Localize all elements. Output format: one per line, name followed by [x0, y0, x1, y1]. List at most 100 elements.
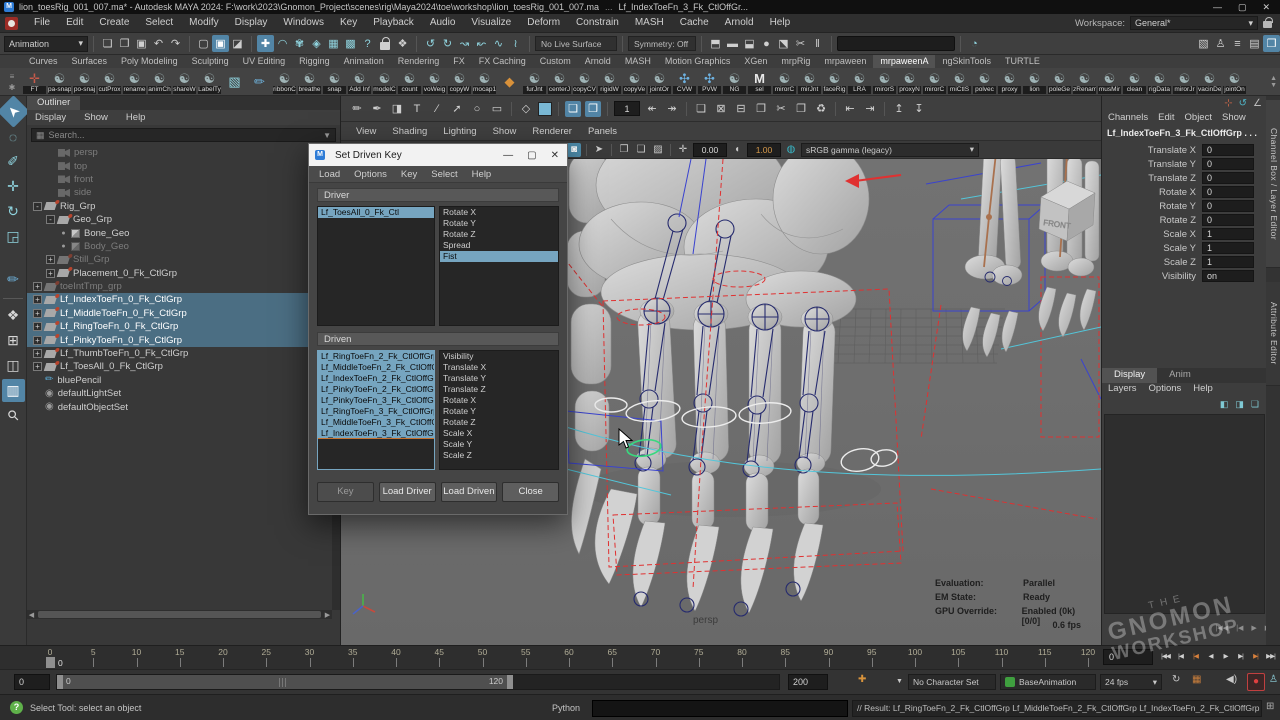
shelf-button-clean[interactable]: ☯clean [1122, 69, 1147, 95]
viewport-menu-show[interactable]: Show [486, 126, 524, 137]
outliner-item-lf-indextoefn-0-fk-ctlgrp[interactable]: +Lf_IndexToeFn_0_Fk_CtlGrp [27, 293, 332, 306]
vp-xray-icon[interactable]: ❐ [617, 143, 631, 157]
search-input[interactable] [837, 36, 955, 51]
shelf-button-count[interactable]: ☯count [397, 69, 422, 95]
viewport-menu-panels[interactable]: Panels [581, 126, 624, 137]
layout-two-pane-icon[interactable]: ◫ [2, 354, 25, 377]
pause-icon[interactable]: ‖ [809, 35, 826, 52]
clip-icon[interactable]: ✂ [792, 35, 809, 52]
redo-icon[interactable]: ↷ [167, 35, 184, 52]
color-management-icon[interactable]: ◍ [784, 143, 798, 157]
shelf-button-copyve[interactable]: ☯copyVe [622, 69, 647, 95]
bp-ghost-next-icon[interactable]: ❐ [585, 101, 601, 117]
channel-box-menu-edit[interactable]: Edit [1158, 112, 1174, 123]
attribute-value-field[interactable]: 0 [1202, 172, 1254, 184]
shelf-button-mirorc[interactable]: ☯mirorC [772, 69, 797, 95]
outliner-item-lf-pinkytoefn-0-fk-ctlgrp[interactable]: +Lf_PinkyToeFn_0_Fk_CtlGrp [27, 333, 332, 346]
shelf-tab-custom[interactable]: Custom [533, 55, 578, 68]
workspace-layers-icon[interactable]: ❒ [1263, 35, 1280, 52]
sdk-menu-load[interactable]: Load [313, 169, 346, 180]
current-time-marker[interactable] [46, 657, 55, 668]
bp-add-frame-icon[interactable]: ❏ [693, 101, 709, 117]
shelf-tab-fx-caching[interactable]: FX Caching [472, 55, 533, 68]
shelf-tab-arnold[interactable]: Arnold [578, 55, 618, 68]
shelf-button-musmir[interactable]: ☯musMir [1097, 69, 1122, 95]
driven-object-lf-ringtoefn-3-fk-ctloffgrp[interactable]: Lf_RingToeFn_3_Fk_CtlOffGrp [318, 406, 434, 417]
shelf-button-zrenam[interactable]: ☯zRenam [1072, 69, 1097, 95]
shelf-button-polvec[interactable]: ☯polvec [972, 69, 997, 95]
driven-object-lf-indextoefn-2-fk-ctloffgrp[interactable]: Lf_IndexToeFn_2_Fk_CtlOffGrp [318, 373, 434, 384]
driver-attribute-list[interactable]: Rotate XRotate YRotate ZSpreadFist [439, 206, 559, 326]
shelf-tab-curves[interactable]: Curves [22, 55, 65, 68]
outliner-item-placement-0-fk-ctlgrp[interactable]: +Placement_0_Fk_CtlGrp [27, 267, 332, 280]
scale-tool-icon[interactable]: ◲ [2, 225, 25, 248]
bp-first-frame-icon[interactable]: ⇤ [842, 101, 858, 117]
driven-attr-rotate-y[interactable]: Rotate Y [440, 406, 558, 417]
attribute-value-field[interactable]: 0 [1202, 186, 1254, 198]
menu-item-visualize[interactable]: Visualize [463, 14, 519, 32]
shelf-tab-mash[interactable]: MASH [618, 55, 658, 68]
outliner-horizontal-scrollbar[interactable]: ◀ ▶ [27, 610, 332, 619]
driven-object-lf-pinkytoefn-2-fk-ctloffgrp[interactable]: Lf_PinkyToeFn_2_Fk_CtlOffGrp [318, 384, 434, 395]
shelf-button-cutprox[interactable]: ☯cutProx [97, 69, 122, 95]
shelf-button-breathe[interactable]: ☯breathe [297, 69, 322, 95]
playback-range-bar[interactable]: 0 120 [57, 675, 513, 689]
attribute-editor-toggle-icon[interactable]: ▤ [1246, 35, 1263, 52]
tab-attribute-editor[interactable]: Attribute Editor [1266, 282, 1280, 386]
animation-start-field[interactable]: 0 [14, 674, 50, 690]
sdk-menu-options[interactable]: Options [348, 169, 393, 180]
shelf-button-jointon[interactable]: ☯jointOn [1222, 69, 1247, 95]
shelf-button-copyw[interactable]: ☯copyW [447, 69, 472, 95]
shelf-button-animch[interactable]: ☯animCh [147, 69, 172, 95]
layer-menu-help[interactable]: Help [1193, 383, 1213, 394]
shelf-button-add-inf[interactable]: ☯Add Inf [347, 69, 372, 95]
shelf-button-mirjnt[interactable]: ☯mirJnt [797, 69, 822, 95]
driven-attr-scale-z[interactable]: Scale Z [440, 450, 558, 461]
select-object-icon[interactable]: ▣ [212, 35, 229, 52]
history-curve-1-icon[interactable]: ↝ [456, 35, 473, 52]
driven-object-lf-middletoefn-2-fk-ctloffgrp[interactable]: Lf_MiddleToeFn_2_Fk_CtlOffGrp [318, 362, 434, 373]
shelf-tab-poly-modeling[interactable]: Poly Modeling [114, 55, 185, 68]
cb-graph-icon[interactable]: ∠ [1253, 98, 1262, 109]
step-back-frame-button[interactable]: |◀ [1173, 649, 1188, 665]
expand-toggle-icon[interactable]: + [33, 322, 42, 331]
range-start-handle[interactable] [57, 675, 63, 689]
dialog-close-button[interactable]: ✕ [551, 150, 559, 161]
shelf-button-pvw[interactable]: ✣PVW [697, 69, 722, 95]
expand-toggle-icon[interactable]: + [33, 336, 42, 345]
gamma-field[interactable]: 1.00 [747, 143, 781, 157]
layer-menu-layers[interactable]: Layers [1108, 383, 1137, 394]
cb-gizmo-icon[interactable]: ⊹ [1224, 98, 1232, 109]
layer-new-icon[interactable]: ❏ [1251, 399, 1259, 410]
shelf-button-lion[interactable]: ☯lion [1022, 69, 1047, 95]
shelf-button-proxyn[interactable]: ☯proxyN [897, 69, 922, 95]
make-live-icon[interactable]: ▩ [342, 35, 359, 52]
expand-toggle-icon[interactable]: + [46, 255, 55, 264]
shelf-button-mirorjr[interactable]: ☯mirorJr [1172, 69, 1197, 95]
shelf-button-mirors[interactable]: ☯mirorS [872, 69, 897, 95]
layout-single-pane-icon[interactable]: ❖ [2, 304, 25, 327]
driven-attr-translate-z[interactable]: Translate Z [440, 384, 558, 395]
outliner-item-persp[interactable]: persp [27, 146, 332, 159]
outliner-menu-display[interactable]: Display [35, 112, 66, 123]
maximize-button[interactable]: ▢ [1238, 2, 1247, 13]
modeling-toolkit-icon[interactable]: ▧ [1195, 35, 1212, 52]
sdk-menu-select[interactable]: Select [425, 169, 463, 180]
shelf-button-lra[interactable]: ☯LRA [847, 69, 872, 95]
outliner-item-rig-grp[interactable]: -Rig_Grp [27, 200, 332, 213]
snap-point-icon[interactable]: ✾ [291, 35, 308, 52]
attribute-value-field[interactable]: 1 [1202, 256, 1254, 268]
driven-attr-scale-x[interactable]: Scale X [440, 428, 558, 439]
expand-toggle-icon[interactable]: + [33, 309, 42, 318]
sync-icon[interactable]: ◔ [966, 35, 983, 52]
play-forwards-button[interactable]: ▶ [1218, 649, 1233, 665]
shelf-button-copycv[interactable]: ☯copyCV [572, 69, 597, 95]
go-to-end-button[interactable]: ▶▶| [1263, 649, 1278, 665]
layer-list[interactable] [1104, 414, 1265, 614]
shelf-button-vacinde[interactable]: ☯vacinDe [1197, 69, 1222, 95]
menu-item-file[interactable]: File [26, 14, 58, 32]
expand-toggle-icon[interactable]: + [33, 349, 42, 358]
shelf-button-ft[interactable]: ✛FT [22, 69, 47, 95]
bp-rect-icon[interactable]: ▭ [489, 101, 505, 117]
shelf-button-ribbonc[interactable]: ☯ribbonC [272, 69, 297, 95]
